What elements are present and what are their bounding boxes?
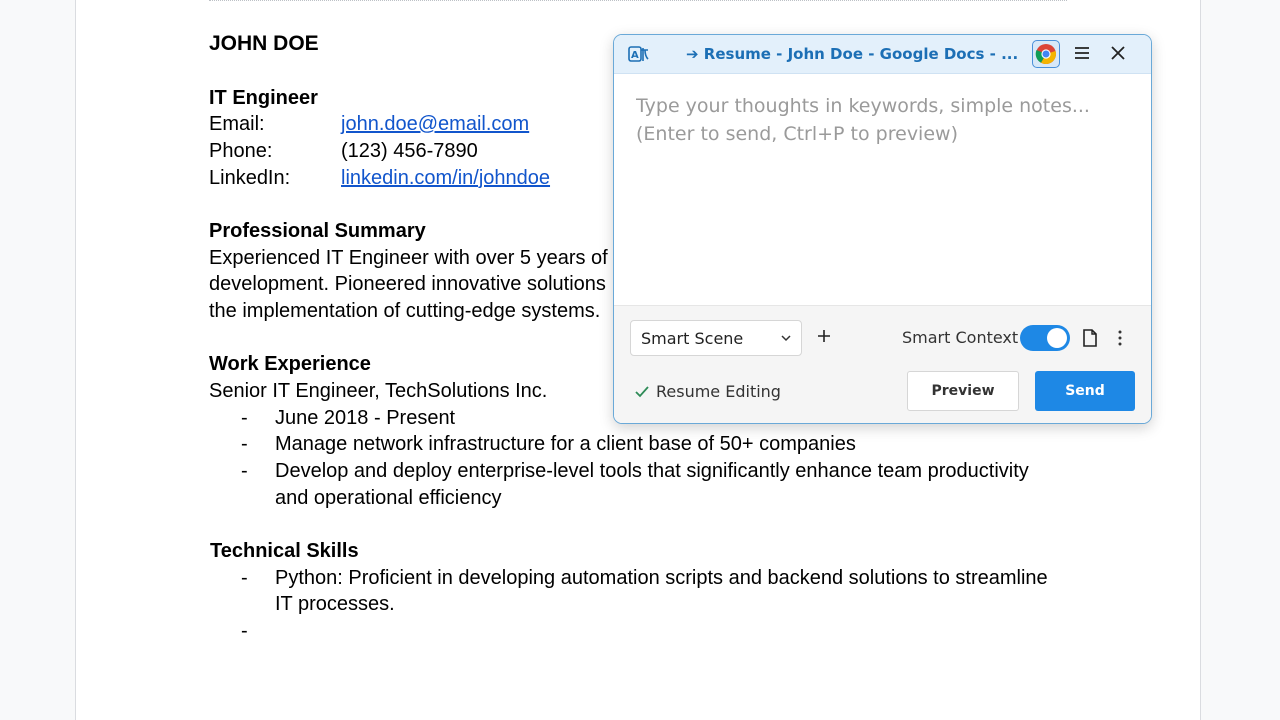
ai-writing-panel: A ➔ Resume - John Doe - Google Docs - ..… (613, 34, 1152, 424)
bullet-text: Python: Proficient in developing automat… (275, 567, 1048, 589)
bullet-dash: - (241, 433, 248, 455)
phone-value: (123) 456-7890 (341, 140, 478, 162)
bullet-text: IT processes. (275, 593, 395, 615)
chevron-down-icon (781, 335, 791, 342)
svg-text:A: A (631, 50, 639, 61)
bullet-text: and operational efficiency (275, 487, 502, 509)
scene-status-label: Resume Editing (656, 382, 781, 401)
bullet-text: June 2018 - Present (275, 407, 456, 429)
scene-dropdown-label: Smart Scene (641, 329, 744, 348)
bullet-text: Develop and deploy enterprise-level tool… (275, 460, 1029, 482)
work-heading: Work Experience (209, 353, 371, 375)
summary-heading: Professional Summary (209, 220, 426, 242)
contact-label: LinkedIn: (209, 167, 291, 189)
panel-header[interactable]: A ➔ Resume - John Doe - Google Docs - ..… (614, 35, 1151, 74)
send-button[interactable]: Send (1035, 371, 1135, 411)
resume-name: JOHN DOE (209, 32, 319, 55)
bullet-dash: - (241, 567, 248, 589)
resume-role: IT Engineer (209, 87, 318, 109)
prompt-input[interactable] (636, 92, 1126, 292)
close-icon[interactable] (1108, 43, 1128, 63)
preview-button[interactable]: Preview (907, 371, 1019, 411)
summary-line: the implementation of cutting-edge syste… (209, 300, 601, 322)
page-margin-line (209, 0, 1067, 2)
prompt-area (614, 74, 1151, 304)
linkedin-link[interactable]: linkedin.com/in/johndoe (341, 167, 550, 190)
work-title: Senior IT Engineer, TechSolutions Inc. (209, 380, 548, 402)
contact-label: Phone: (209, 140, 273, 162)
skills-heading: Technical Skills (210, 540, 359, 562)
hamburger-menu-icon[interactable] (1072, 43, 1092, 63)
bullet-dash: - (241, 620, 248, 642)
smart-context-toggle[interactable] (1020, 325, 1070, 351)
smart-context-label: Smart Context (902, 328, 1019, 347)
toggle-knob (1047, 328, 1067, 348)
panel-title: ➔ Resume - John Doe - Google Docs - ... (686, 45, 1019, 63)
summary-line: Experienced IT Engineer with over 5 year… (209, 247, 608, 269)
email-link[interactable]: john.doe@email.com (341, 113, 529, 136)
more-vertical-icon[interactable] (1112, 328, 1128, 348)
check-icon (635, 386, 649, 398)
chrome-icon[interactable] (1032, 40, 1060, 68)
plus-icon[interactable] (814, 326, 834, 346)
panel-footer: Smart Scene Smart Context Resume Editing (614, 305, 1151, 423)
translate-ai-icon[interactable]: A (628, 44, 650, 64)
bullet-text: Manage network infrastructure for a clie… (275, 433, 856, 455)
summary-line: development. Pioneered innovative soluti… (209, 273, 606, 295)
bullet-dash: - (241, 407, 248, 429)
document-icon[interactable] (1082, 328, 1098, 348)
bullet-dash: - (241, 460, 248, 482)
contact-label: Email: (209, 113, 265, 135)
scene-dropdown[interactable]: Smart Scene (630, 320, 802, 356)
